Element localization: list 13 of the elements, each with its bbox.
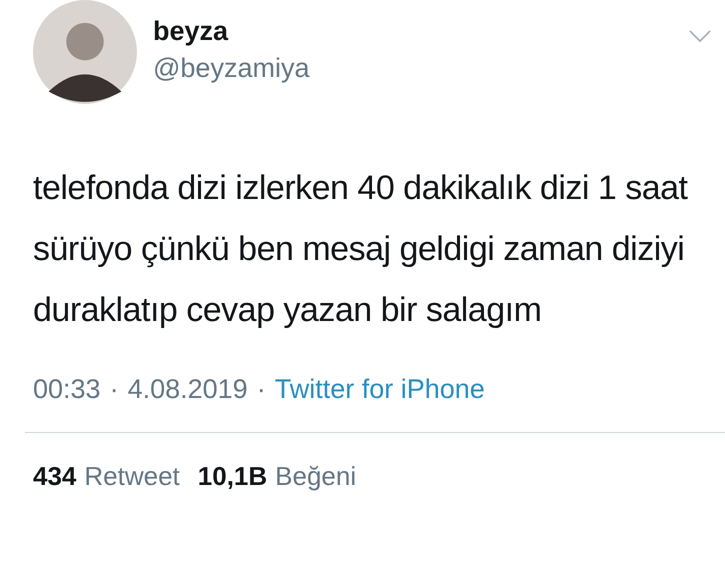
stat-label[interactable]: Retweet <box>84 461 180 492</box>
tweet-time: 00:33 <box>33 374 101 405</box>
author-name: beyza <box>153 15 230 48</box>
tweet-date: 4.08.2019 <box>128 374 248 405</box>
separator-dot: · <box>256 374 266 405</box>
tweet-text: telefonda dizi izlerken 40 dakikalık dizi 1 saat sürüyo çünkü ben mesaj geldigi zaman diziyi duraklatıp cevap yazan bir salagım <box>33 168 689 331</box>
stat-count: 434 <box>33 461 76 492</box>
chevron-down-icon[interactable] <box>689 30 711 43</box>
author-handle: @beyzamiya <box>153 52 310 85</box>
stat-label[interactable]: Beğeni <box>275 461 356 492</box>
separator-dot: · <box>110 374 119 405</box>
stat-count: 10,1B <box>198 461 268 492</box>
source-link[interactable]: Twitter for iPhone <box>274 374 485 405</box>
